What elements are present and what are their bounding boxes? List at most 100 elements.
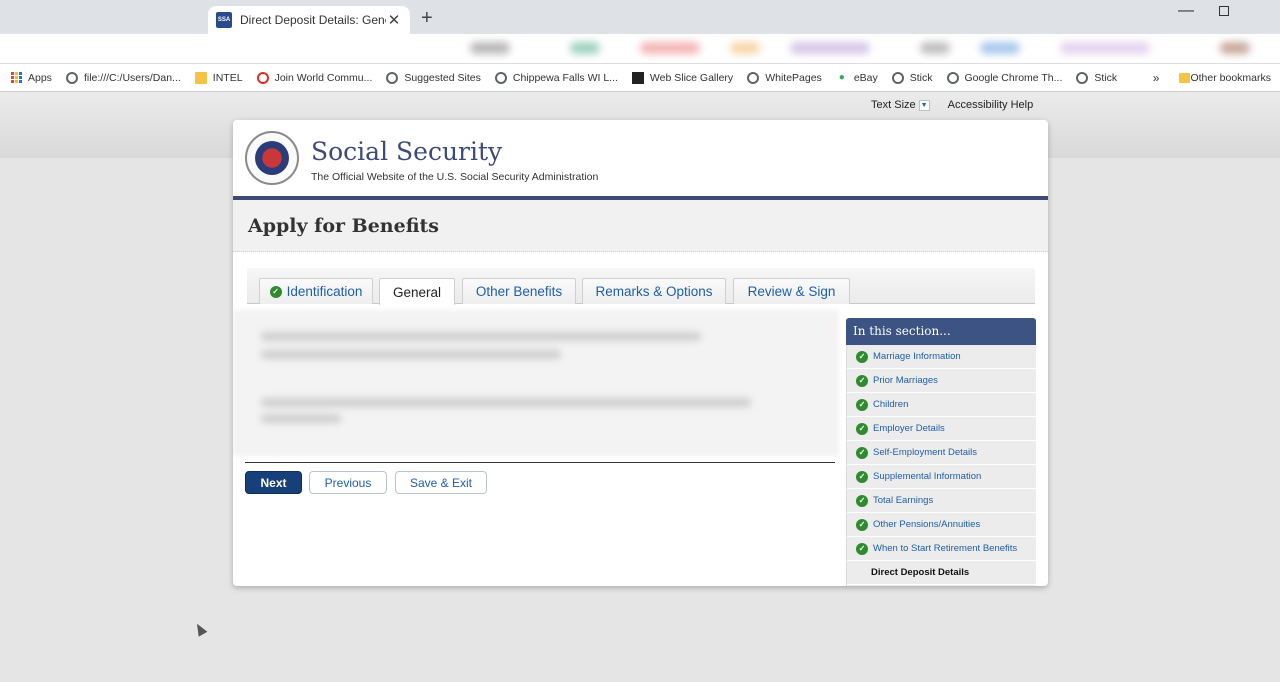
bookmark-whitepages[interactable]: WhitePages [747,71,822,84]
world-icon [256,71,269,84]
next-button[interactable]: Next [245,471,302,494]
tab-remarks-options[interactable]: Remarks & Options [582,278,726,304]
blurred-region [1220,42,1250,54]
accessibility-help-link[interactable]: Accessibility Help [948,99,1034,111]
browser-toolbar-blurred [0,34,1280,64]
checkmark-icon: ✓ [856,350,868,363]
brand-subtitle: The Official Website of the U.S. Social … [311,171,599,183]
checkmark-icon: ✓ [269,285,282,298]
other-bookmarks-label: Other bookmarks [1190,71,1271,84]
bookmark-label: Google Chrome Th... [964,71,1063,84]
tab-identification[interactable]: ✓ Identification [259,278,373,304]
blurred-text-line [261,414,341,423]
checkmark-icon: ✓ [856,518,868,531]
tab-label: Review & Sign [747,284,836,299]
sidebar-item-retirement-start[interactable]: ✓ When to Start Retirement Benefits [847,537,1036,561]
sidebar-item-label: Direct Deposit Details [871,567,970,578]
utility-links: Text Size ▼ Accessibility Help [871,99,1033,111]
blurred-text-line [261,398,751,407]
bookmark-intel[interactable]: INTEL [194,71,243,84]
sidebar-item-label: Total Earnings [873,495,934,506]
bookmarks-bar: Apps file:///C:/Users/Dan... INTEL Join … [0,64,1280,92]
bookmark-stick[interactable]: Stick [891,71,933,84]
tab-label: Remarks & Options [595,284,713,299]
browser-tab-strip: SSA Direct Deposit Details: General, A ✕… [0,0,1280,34]
sidebar-item-total-earnings[interactable]: ✓ Total Earnings [847,489,1036,513]
ssa-header: Social Security The Official Website of … [233,120,1048,200]
bookmark-suggested-sites[interactable]: Suggested Sites [386,71,481,84]
form-tabs: ✓ Identification General Other Benefits … [247,268,1035,305]
previous-button[interactable]: Previous [309,471,387,494]
globe-icon [946,71,959,84]
folder-icon [194,71,207,84]
sidebar-item-label: Supplemental Information [873,471,982,482]
bookmark-apps[interactable]: Apps [10,72,52,84]
sidebar-item-children[interactable]: ✓ Children [847,393,1036,417]
brand-title: Social Security [311,137,503,166]
checkmark-icon: ✓ [856,494,868,507]
tab-other-benefits[interactable]: Other Benefits [462,278,576,304]
bookmark-ebay[interactable]: ● eBay [836,72,878,84]
bookmark-label: WhitePages [765,71,822,84]
globe-icon [386,71,399,84]
globe-icon [65,71,78,84]
bookmark-label: file:///C:/Users/Dan... [83,71,181,84]
sidebar-item-label: Children [873,399,909,410]
checkmark-icon: ✓ [856,470,868,483]
sidebar-heading: In this section... [846,318,1036,345]
browser-tab[interactable]: SSA Direct Deposit Details: General, A ✕ [208,6,410,34]
tab-label: Other Benefits [475,284,563,299]
bookmark-web-slice[interactable]: Web Slice Gallery [631,71,733,84]
blurred-region [790,42,870,54]
bookmark-stick-2[interactable]: Stick [1076,71,1117,84]
bookmarks-overflow-icon[interactable]: » [1153,71,1160,85]
blurred-region [570,42,600,54]
bookmark-file[interactable]: file:///C:/Users/Dan... [65,71,181,84]
new-tab-button[interactable]: + [421,7,433,30]
blurred-form-content [233,310,839,456]
bookmark-label: Suggested Sites [404,71,481,84]
ssa-seal-logo[interactable] [245,131,299,185]
application-card: Social Security The Official Website of … [233,120,1048,586]
tab-review-sign[interactable]: Review & Sign [733,278,850,304]
bookmark-label: Join World Commu... [274,71,373,84]
eagle-emblem-icon [255,141,289,175]
maximize-icon[interactable] [1219,6,1229,16]
blurred-region [920,42,950,54]
blurred-text-line [261,332,701,341]
tab-label: Identification [286,284,363,299]
globe-icon [494,71,507,84]
bookmark-chippewa[interactable]: Chippewa Falls WI L... [494,71,618,84]
sidebar-item-prior-marriages[interactable]: ✓ Prior Marriages [847,369,1036,393]
chevron-down-icon: ▼ [918,99,930,111]
page-title-band: Apply for Benefits [233,200,1048,252]
bookmark-label: INTEL [212,71,243,84]
apps-grid-icon [10,72,22,84]
bookmark-label: eBay [853,71,878,84]
sidebar-item-label: When to Start Retirement Benefits [873,543,1018,554]
bookmark-chrome-themes[interactable]: Google Chrome Th... [946,71,1063,84]
page-title: Apply for Benefits [248,215,439,237]
sidebar-item-self-employment[interactable]: ✓ Self-Employment Details [847,441,1036,465]
sidebar-item-other-pensions[interactable]: ✓ Other Pensions/Annuities [847,513,1036,537]
text-size-label: Text Size [871,99,916,111]
bookmark-label: Apps [28,71,52,84]
tab-title: Direct Deposit Details: General, A [240,13,386,27]
sidebar-item-employer-details[interactable]: ✓ Employer Details [847,417,1036,441]
globe-icon [747,71,760,84]
location-icon: ● [838,72,845,83]
sidebar-item-direct-deposit: Direct Deposit Details [847,561,1036,585]
save-exit-button[interactable]: Save & Exit [395,471,487,494]
sidebar-list: ✓ Marriage Information ✓ Prior Marriages… [846,345,1036,586]
text-size-control[interactable]: Text Size ▼ [871,99,930,111]
sidebar-item-marriage-information[interactable]: ✓ Marriage Information [847,345,1036,369]
form-divider [245,462,835,463]
blurred-region [640,42,700,54]
close-icon[interactable]: ✕ [386,11,402,29]
blurred-region [730,42,760,54]
bookmark-join-world[interactable]: Join World Commu... [256,71,373,84]
other-bookmarks[interactable]: Other bookmarks [1179,72,1271,84]
tab-general[interactable]: General [379,278,455,305]
minimize-icon[interactable]: — [1178,2,1194,20]
sidebar-item-supplemental-information[interactable]: ✓ Supplemental Information [847,465,1036,489]
